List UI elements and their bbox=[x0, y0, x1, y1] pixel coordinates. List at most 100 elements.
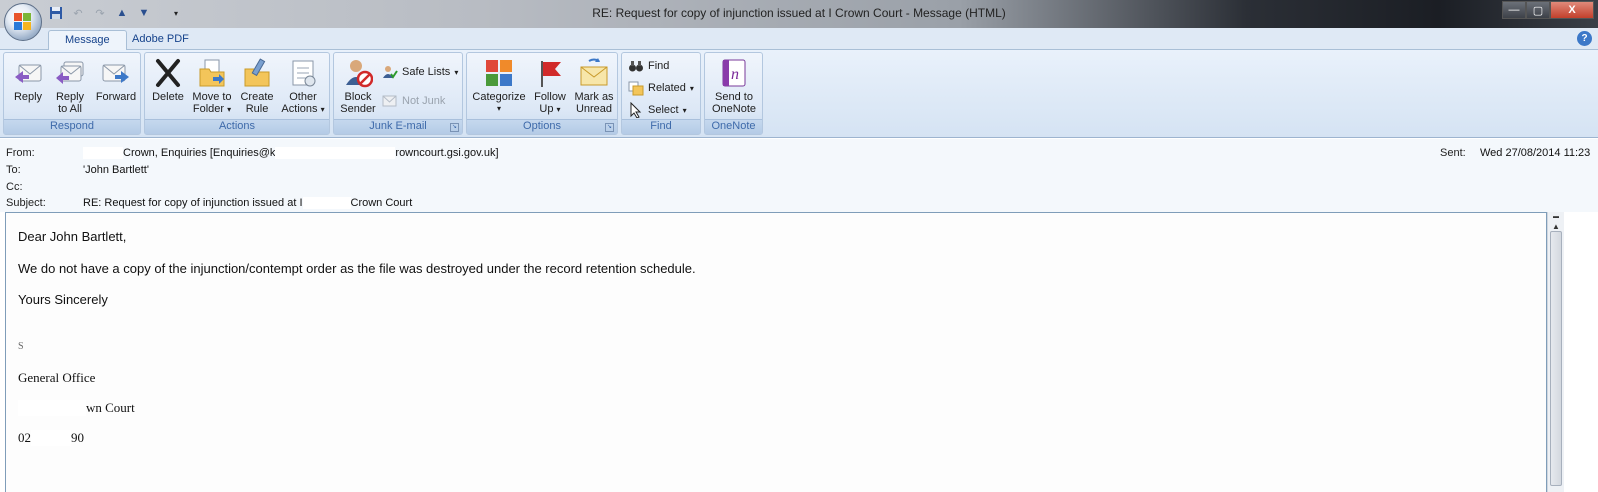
group-respond: Reply Reply to All Forward Respond bbox=[3, 52, 141, 135]
related-icon bbox=[628, 80, 644, 96]
scroll-thumb[interactable] bbox=[1550, 231, 1562, 486]
sent-value: Wed 27/08/2014 11:23 bbox=[1480, 147, 1591, 159]
signature-office: General Office bbox=[18, 370, 96, 385]
rule-icon bbox=[242, 57, 272, 89]
to-value[interactable]: 'John Bartlett' bbox=[83, 164, 149, 176]
other-label-1: Other bbox=[289, 91, 317, 103]
previous-item-icon[interactable]: ▲ bbox=[114, 5, 130, 21]
categorize-icon bbox=[484, 57, 514, 89]
move-label-1: Move to bbox=[192, 91, 232, 103]
respond-group-label: Respond bbox=[4, 119, 140, 134]
mark-label-2: Unread bbox=[575, 103, 613, 115]
delete-icon bbox=[153, 57, 183, 89]
customize-icon[interactable]: ▾ bbox=[168, 5, 184, 21]
scroll-split-icon[interactable]: ▬ bbox=[1551, 212, 1561, 222]
categorize-dropdown-icon: ▾ bbox=[496, 104, 501, 113]
help-icon[interactable]: ? bbox=[1577, 31, 1592, 46]
vertical-scrollbar[interactable]: ▬ ▲ bbox=[1547, 212, 1564, 492]
junk-group-label: Junk E-mail bbox=[334, 119, 462, 134]
binoculars-icon bbox=[628, 58, 644, 74]
tab-adobe-pdf[interactable]: Adobe PDF bbox=[116, 30, 205, 51]
signature-phone-part2: 90 bbox=[71, 430, 84, 445]
close-button[interactable]: X bbox=[1550, 1, 1594, 19]
message-body[interactable]: Dear John Bartlett, We do not have a cop… bbox=[5, 212, 1547, 492]
forward-label: Forward bbox=[95, 91, 137, 103]
junk-options-launcher-icon[interactable]: ↘ bbox=[450, 123, 459, 132]
create-rule-button[interactable]: Create Rule bbox=[237, 55, 277, 115]
greeting: Dear John Bartlett, bbox=[18, 229, 127, 244]
save-icon[interactable] bbox=[48, 5, 64, 21]
not-junk-label: Not Junk bbox=[402, 95, 446, 107]
other-actions-button[interactable]: Other Actions ▾ bbox=[278, 55, 328, 116]
reply-icon bbox=[13, 57, 43, 89]
not-junk-button[interactable]: Not Junk bbox=[382, 92, 445, 110]
block-label-1: Block bbox=[344, 91, 372, 103]
redo-icon[interactable]: ↷ bbox=[92, 5, 108, 21]
forward-icon bbox=[101, 57, 131, 89]
to-label: To: bbox=[6, 164, 21, 176]
tab-message[interactable]: Message bbox=[48, 30, 127, 51]
categorize-label: Categorize bbox=[472, 91, 526, 103]
flag-icon bbox=[535, 57, 565, 89]
find-button[interactable]: Find bbox=[628, 57, 669, 75]
from-value-part1: Crown, Enquiries [Enquiries@k bbox=[123, 147, 276, 159]
reply-button[interactable]: Reply bbox=[7, 55, 49, 103]
message-header: From: Crown, Enquiries [Enquiries@k rown… bbox=[0, 139, 1598, 212]
rule-label-2: Rule bbox=[245, 103, 269, 115]
subject-label: Subject: bbox=[6, 197, 46, 209]
other-actions-icon bbox=[288, 57, 318, 89]
move-to-folder-button[interactable]: Move to Folder ▾ bbox=[189, 55, 235, 116]
group-options: Categorize ▾ Follow Up ▾ Mark as Unread … bbox=[466, 52, 618, 135]
select-dropdown-icon: ▾ bbox=[682, 105, 687, 115]
onenote-label-2: OneNote bbox=[711, 103, 757, 115]
folder-icon bbox=[197, 57, 227, 89]
signature-phone-part1: 02 bbox=[18, 430, 31, 445]
options-launcher-icon[interactable]: ↘ bbox=[605, 123, 614, 132]
from-label: From: bbox=[6, 147, 35, 159]
block-sender-button[interactable]: Block Sender bbox=[337, 55, 379, 115]
next-item-icon[interactable]: ▼ bbox=[136, 5, 152, 21]
office-logo-icon bbox=[14, 13, 32, 31]
select-button[interactable]: Select ▾ bbox=[628, 101, 687, 119]
find-label: Find bbox=[648, 60, 670, 72]
ribbon: Reply Reply to All Forward Respond Delet… bbox=[0, 50, 1598, 138]
cursor-icon bbox=[628, 101, 644, 119]
safe-lists-icon bbox=[382, 64, 398, 80]
office-button[interactable] bbox=[4, 3, 42, 41]
delete-button[interactable]: Delete bbox=[148, 55, 188, 103]
from-value: Crown, Enquiries [Enquiries@k rowncourt.… bbox=[83, 147, 499, 159]
onenote-icon: n bbox=[719, 57, 749, 89]
group-onenote: n Send to OneNote OneNote bbox=[704, 52, 763, 135]
follow-up-button[interactable]: Follow Up ▾ bbox=[530, 55, 570, 116]
window-title: RE: Request for copy of injunction issue… bbox=[592, 6, 1006, 20]
signature-court-text: wn Court bbox=[86, 400, 135, 415]
body-text: We do not have a copy of the injunction/… bbox=[18, 261, 696, 276]
follow-label-2: Up ▾ bbox=[539, 103, 561, 115]
safe-lists-button[interactable]: Safe Lists ▾ bbox=[382, 63, 458, 81]
forward-button[interactable]: Forward bbox=[92, 55, 140, 103]
block-sender-icon bbox=[343, 57, 374, 89]
other-label-2: Actions ▾ bbox=[281, 103, 325, 115]
related-dropdown-icon: ▾ bbox=[689, 83, 694, 93]
related-button[interactable]: Related ▾ bbox=[628, 79, 694, 97]
signature-name: S bbox=[18, 341, 24, 352]
undo-icon[interactable]: ↶ bbox=[70, 5, 86, 21]
actions-group-label: Actions bbox=[145, 119, 329, 134]
onenote-group-label: OneNote bbox=[705, 119, 762, 134]
related-label: Related bbox=[648, 82, 686, 94]
not-junk-icon bbox=[382, 93, 398, 109]
minimize-button[interactable]: — bbox=[1502, 1, 1526, 19]
subject-value-part1: RE: Request for copy of injunction issue… bbox=[83, 197, 303, 209]
mark-as-unread-button[interactable]: Mark as Unread bbox=[571, 55, 617, 115]
mark-unread-icon bbox=[579, 57, 609, 89]
safe-lists-label: Safe Lists bbox=[402, 66, 451, 78]
safe-lists-dropdown-icon: ▾ bbox=[454, 67, 459, 77]
categorize-button[interactable]: Categorize ▾ bbox=[470, 55, 528, 115]
signature-court: wn Court bbox=[18, 400, 135, 416]
find-group-label: Find bbox=[622, 119, 700, 134]
reply-all-label-1: Reply bbox=[55, 91, 85, 103]
maximize-button[interactable]: ▢ bbox=[1526, 1, 1550, 19]
reply-label: Reply bbox=[13, 91, 43, 103]
reply-all-button[interactable]: Reply to All bbox=[49, 55, 91, 115]
send-to-onenote-button[interactable]: n Send to OneNote bbox=[707, 55, 761, 115]
